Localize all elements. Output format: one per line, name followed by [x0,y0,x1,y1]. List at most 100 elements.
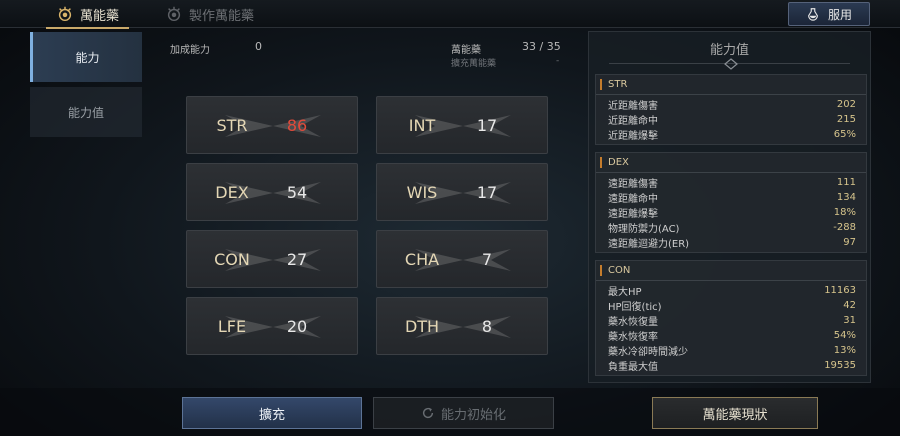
nav-ability[interactable]: 能力 [30,32,142,82]
row-value: 134 [836,192,856,203]
stat-name: DEX [215,182,249,202]
tab-elixir[interactable]: 萬能藥 [45,0,130,29]
nav-ability-value[interactable]: 能力值 [30,87,142,137]
tab-craft-elixir-label: 製作萬能藥 [189,8,255,24]
row-value: 13% [833,345,856,356]
stat-name: WIS [406,182,438,202]
stat-tile-cha[interactable]: CHA 7 [376,230,548,288]
stat-row: 藥水恢復率 54% [596,328,866,343]
bonus-ability-value: 0 [255,40,262,53]
tab-craft-elixir[interactable]: 製作萬能藥 [165,0,254,28]
elixir-emblem-icon [58,6,72,22]
nav-ability-label: 能力 [75,50,100,65]
reset-ability-button-label: 能力初始化 [440,407,506,423]
stat-row: 遠距離迴避力(ER) 97 [596,235,866,250]
bonus-ability-label: 加成能力 [170,45,210,56]
potion-icon [808,8,818,21]
ability-value-panel: 能力值 STR 近距離傷害 202 近距離命中 215 近距離爆擊 65% DEX 遠… [588,31,871,383]
stat-tile-str[interactable]: STR 86 [186,96,358,154]
stat-row: 遠距離爆擊 18% [596,205,866,220]
stat-row: 近距離爆擊 65% [596,127,866,142]
stat-value: 7 [481,249,493,269]
reset-ability-button[interactable]: 能力初始化 [373,397,554,429]
row-label: 近距離命中 [608,116,658,127]
section-str: STR 近距離傷害 202 近距離命中 215 近距離爆擊 65% [595,74,867,145]
row-label: 遠距離爆擊 [608,209,658,220]
expand-button[interactable]: 擴充 [182,397,362,429]
row-label: 最大HP [608,287,642,298]
nav-ability-value-label: 能力值 [67,105,104,120]
stat-value: 17 [476,182,498,202]
row-label: 藥水恢復率 [608,332,658,343]
stat-row: 近距離傷害 202 [596,97,866,112]
stat-value: 54 [286,182,308,202]
row-label: 遠距離傷害 [608,179,658,190]
expand-elixir-label: 擴充萬能藥 [451,59,497,69]
row-value: -288 [833,222,856,233]
stat-tile-dth[interactable]: DTH 8 [376,297,548,355]
stat-value: 27 [286,249,308,269]
stat-name: STR [216,115,248,135]
stat-row: 物理防禦力(AC) -288 [596,220,866,235]
stat-tile-con[interactable]: CON 27 [186,230,358,288]
refresh-icon [422,407,434,419]
stat-name: CON [214,249,250,269]
top-bar: 萬能藥 製作萬能藥 服用 [0,0,900,29]
stat-tile-lfe[interactable]: LFE 20 [186,297,358,355]
stat-name: INT [408,115,436,135]
stat-row: HP回復(tic) 42 [596,298,866,313]
stat-value: 20 [286,316,308,336]
row-value: 31 [843,315,856,326]
stat-tile-wis[interactable]: WIS 17 [376,163,548,221]
use-button[interactable]: 服用 [788,2,870,26]
row-label: 藥水恢復量 [608,317,658,328]
stat-value: 86 [286,115,308,135]
row-value: 11163 [824,285,856,296]
row-value: 18% [833,207,856,218]
section-header: STR [596,75,866,95]
row-value: 111 [836,177,856,188]
section-header-label: DEX [608,157,629,168]
section-marker [600,79,602,90]
tab-elixir-label: 萬能藥 [80,8,120,24]
row-value: 42 [843,300,856,311]
row-label: 物理防禦力(AC) [608,224,680,235]
stat-row: 藥水恢復量 31 [596,313,866,328]
stat-tile-int[interactable]: INT 17 [376,96,548,154]
section-header: CON [596,261,866,281]
stat-value: 17 [476,115,498,135]
stat-row: 藥水冷卻時間減少 13% [596,343,866,358]
section-con: CON 最大HP 11163 HP回復(tic) 42 藥水恢復量 31 藥水恢復率 5… [595,260,867,376]
section-marker [600,265,602,276]
craft-emblem-icon [167,6,181,22]
row-label: 近距離傷害 [608,101,658,112]
row-label: 負重最大值 [608,362,658,373]
use-button-label: 服用 [827,7,852,22]
section-header-label: CON [608,265,631,276]
row-value: 54% [833,330,856,341]
stat-row: 近距離命中 215 [596,112,866,127]
row-label: 近距離爆擊 [608,131,658,142]
elixir-status-button[interactable]: 萬能藥現狀 [652,397,818,429]
stat-value: 8 [481,316,493,336]
row-label: 遠距離迴避力(ER) [608,239,690,250]
elixir-count-label: 萬能藥 [451,45,481,56]
row-value: 202 [836,99,856,110]
stat-row: 最大HP 11163 [596,283,866,298]
stat-row: 負重最大值 19535 [596,358,866,373]
row-value: 215 [836,114,856,125]
expand-elixir-value: - [556,56,560,66]
stat-name: DTH [404,316,440,336]
row-label: 遠距離命中 [608,194,658,205]
row-value: 97 [843,237,856,248]
section-marker [600,157,602,168]
expand-button-label: 擴充 [258,407,285,423]
ornament-icon [724,58,738,70]
stat-name: LFE [217,316,247,336]
side-nav: 能力 能力值 [30,32,142,142]
row-value: 65% [833,129,856,140]
section-dex: DEX 遠距離傷害 111 遠距離命中 134 遠距離爆擊 18% 物理防禦力(AC)… [595,152,867,253]
stat-tile-dex[interactable]: DEX 54 [186,163,358,221]
stat-row: 遠距離傷害 111 [596,175,866,190]
elixir-count-value: 33 / 35 [522,40,561,53]
